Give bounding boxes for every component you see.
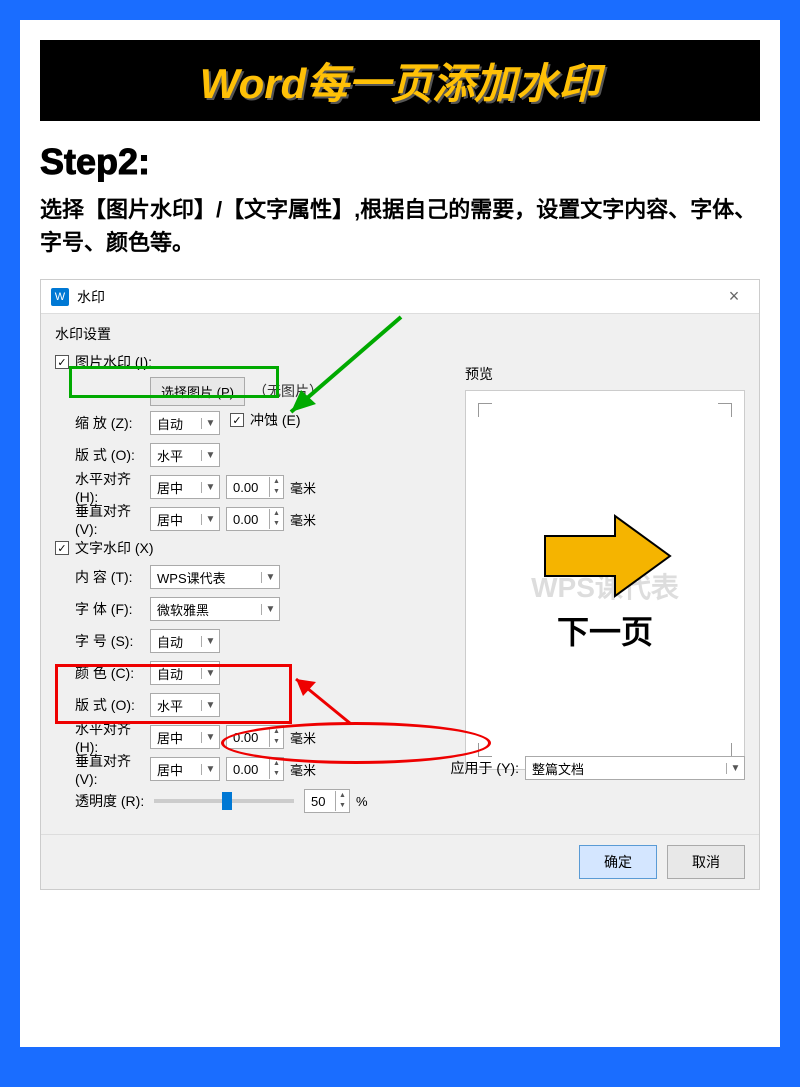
close-icon[interactable]: × [719,286,749,307]
apply-to-select[interactable]: 整篇文档 ▼ [525,756,745,780]
valign2-offset[interactable]: 0.00 ▲▼ [226,757,284,781]
chevron-down-icon: ▼ [201,732,219,743]
pic-watermark-checkbox[interactable]: ✓ 图片水印 (I): [55,352,152,372]
preview-panel: 预览 WPS课代表 下一页 [465,364,745,770]
opacity-label: 透明度 (R): [55,791,150,811]
chevron-down-icon: ▼ [201,418,219,429]
chevron-up-icon: ▲ [270,727,283,737]
dialog-titlebar: W 水印 × [41,280,759,314]
chevron-down-icon: ▼ [201,764,219,775]
opacity-spinner[interactable]: 50 ▲▼ [304,789,350,813]
halign2-label: 水平对齐 (H): [55,719,150,755]
halign2-offset[interactable]: 0.00 ▲▼ [226,725,284,749]
chevron-down-icon: ▼ [270,487,283,497]
text-watermark-checkbox[interactable]: ✓ 文字水印 (X) [55,538,154,558]
chevron-down-icon: ▼ [201,450,219,461]
preview-page: WPS课代表 下一页 [465,390,745,770]
chevron-down-icon: ▼ [270,769,283,779]
erode-label: 冲蚀 (E) [250,410,301,430]
color-label: 颜 色 (C): [55,663,150,683]
halign1-offset[interactable]: 0.00 ▲▼ [226,475,284,499]
size-label: 字 号 (S): [55,631,150,651]
layout2-select[interactable]: 水平 ▼ [150,693,220,717]
content-label: 内 容 (T): [55,567,150,587]
opacity-unit: % [356,794,368,809]
halign1-unit: 毫米 [290,478,316,497]
tutorial-title: Word每一页添加水印 [200,60,601,107]
step-description: 选择【图片水印】/【文字属性】,根据自己的需要，设置文字内容、字体、字号、颜色等… [40,193,760,259]
next-page-text: 下一页 [557,607,653,653]
font-label: 字 体 (F): [55,599,150,619]
valign1-select[interactable]: 居中 ▼ [150,507,220,531]
chevron-up-icon: ▲ [270,477,283,487]
check-icon: ✓ [55,541,69,555]
wps-app-icon: W [51,288,69,306]
halign1-label: 水平对齐 (H): [55,469,150,505]
layout2-label: 版 式 (O): [55,695,150,715]
watermark-dialog: W 水印 × 水印设置 ✓ 图片水印 (I): 选择图片 (P) （无图片） 缩… [40,279,760,890]
chevron-down-icon: ▼ [201,668,219,679]
content-select[interactable]: WPS课代表 ▼ [150,565,280,589]
cancel-button[interactable]: 取消 [667,845,745,879]
chevron-down-icon: ▼ [270,519,283,529]
layout1-label: 版 式 (O): [55,445,150,465]
watermark-settings-label: 水印设置 [55,324,445,344]
valign1-unit: 毫米 [290,510,316,529]
valign2-unit: 毫米 [290,760,316,779]
chevron-up-icon: ▲ [336,791,349,801]
zoom-select[interactable]: 自动 ▼ [150,411,220,435]
pic-watermark-label: 图片水印 (I): [75,352,152,372]
valign1-label: 垂直对齐 (V): [55,501,150,537]
halign2-unit: 毫米 [290,728,316,747]
layout1-select[interactable]: 水平 ▼ [150,443,220,467]
ok-button[interactable]: 确定 [579,845,657,879]
check-icon: ✓ [230,413,244,427]
step-label: Step2: [40,141,760,183]
apply-to-label: 应用于 (Y): [451,758,519,778]
next-page-arrow-icon [535,511,675,601]
halign1-select[interactable]: 居中 ▼ [150,475,220,499]
valign2-select[interactable]: 居中 ▼ [150,757,220,781]
chevron-down-icon: ▼ [201,482,219,493]
preview-label: 预览 [465,364,745,384]
size-select[interactable]: 自动 ▼ [150,629,220,653]
erode-checkbox[interactable]: ✓ 冲蚀 (E) [230,410,301,430]
valign1-offset[interactable]: 0.00 ▲▼ [226,507,284,531]
font-select[interactable]: 微软雅黑 ▼ [150,597,280,621]
chevron-down-icon: ▼ [201,636,219,647]
select-picture-button[interactable]: 选择图片 (P) [150,377,245,406]
chevron-down-icon: ▼ [261,572,279,583]
opacity-slider[interactable] [154,799,294,803]
chevron-down-icon: ▼ [336,801,349,811]
color-select[interactable]: 自动 ▼ [150,661,220,685]
chevron-up-icon: ▲ [270,759,283,769]
zoom-label: 缩 放 (Z): [55,413,150,433]
chevron-down-icon: ▼ [201,514,219,525]
dialog-title-text: 水印 [77,287,719,307]
text-watermark-label: 文字水印 (X) [75,538,154,558]
chevron-up-icon: ▲ [270,509,283,519]
no-picture-text: （无图片） [253,381,323,401]
tutorial-title-banner: Word每一页添加水印 [40,40,760,121]
chevron-down-icon: ▼ [270,737,283,747]
chevron-down-icon: ▼ [201,700,219,711]
valign2-label: 垂直对齐 (V): [55,751,150,787]
chevron-down-icon: ▼ [261,604,279,615]
check-icon: ✓ [55,355,69,369]
halign2-select[interactable]: 居中 ▼ [150,725,220,749]
chevron-down-icon: ▼ [726,763,744,774]
